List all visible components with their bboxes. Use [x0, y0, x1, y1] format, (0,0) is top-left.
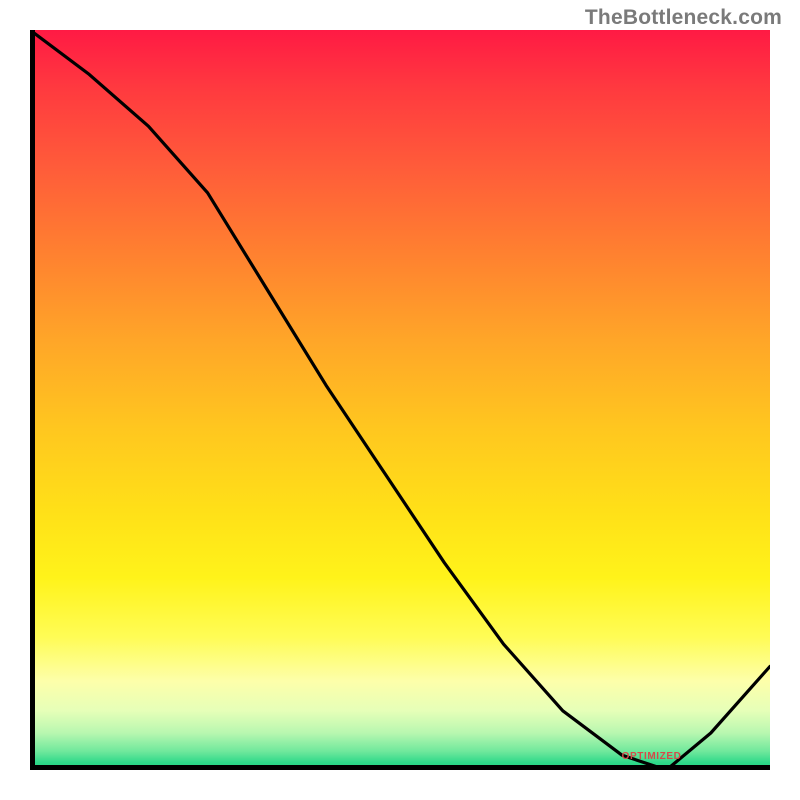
bottleneck-curve-svg [30, 30, 770, 770]
optimized-annotation: OPTIMIZED [622, 751, 682, 762]
bottleneck-curve-line [30, 30, 770, 770]
watermark-text: TheBottleneck.com [585, 6, 782, 30]
chart-container: TheBottleneck.com OPTIMIZED [0, 0, 800, 800]
